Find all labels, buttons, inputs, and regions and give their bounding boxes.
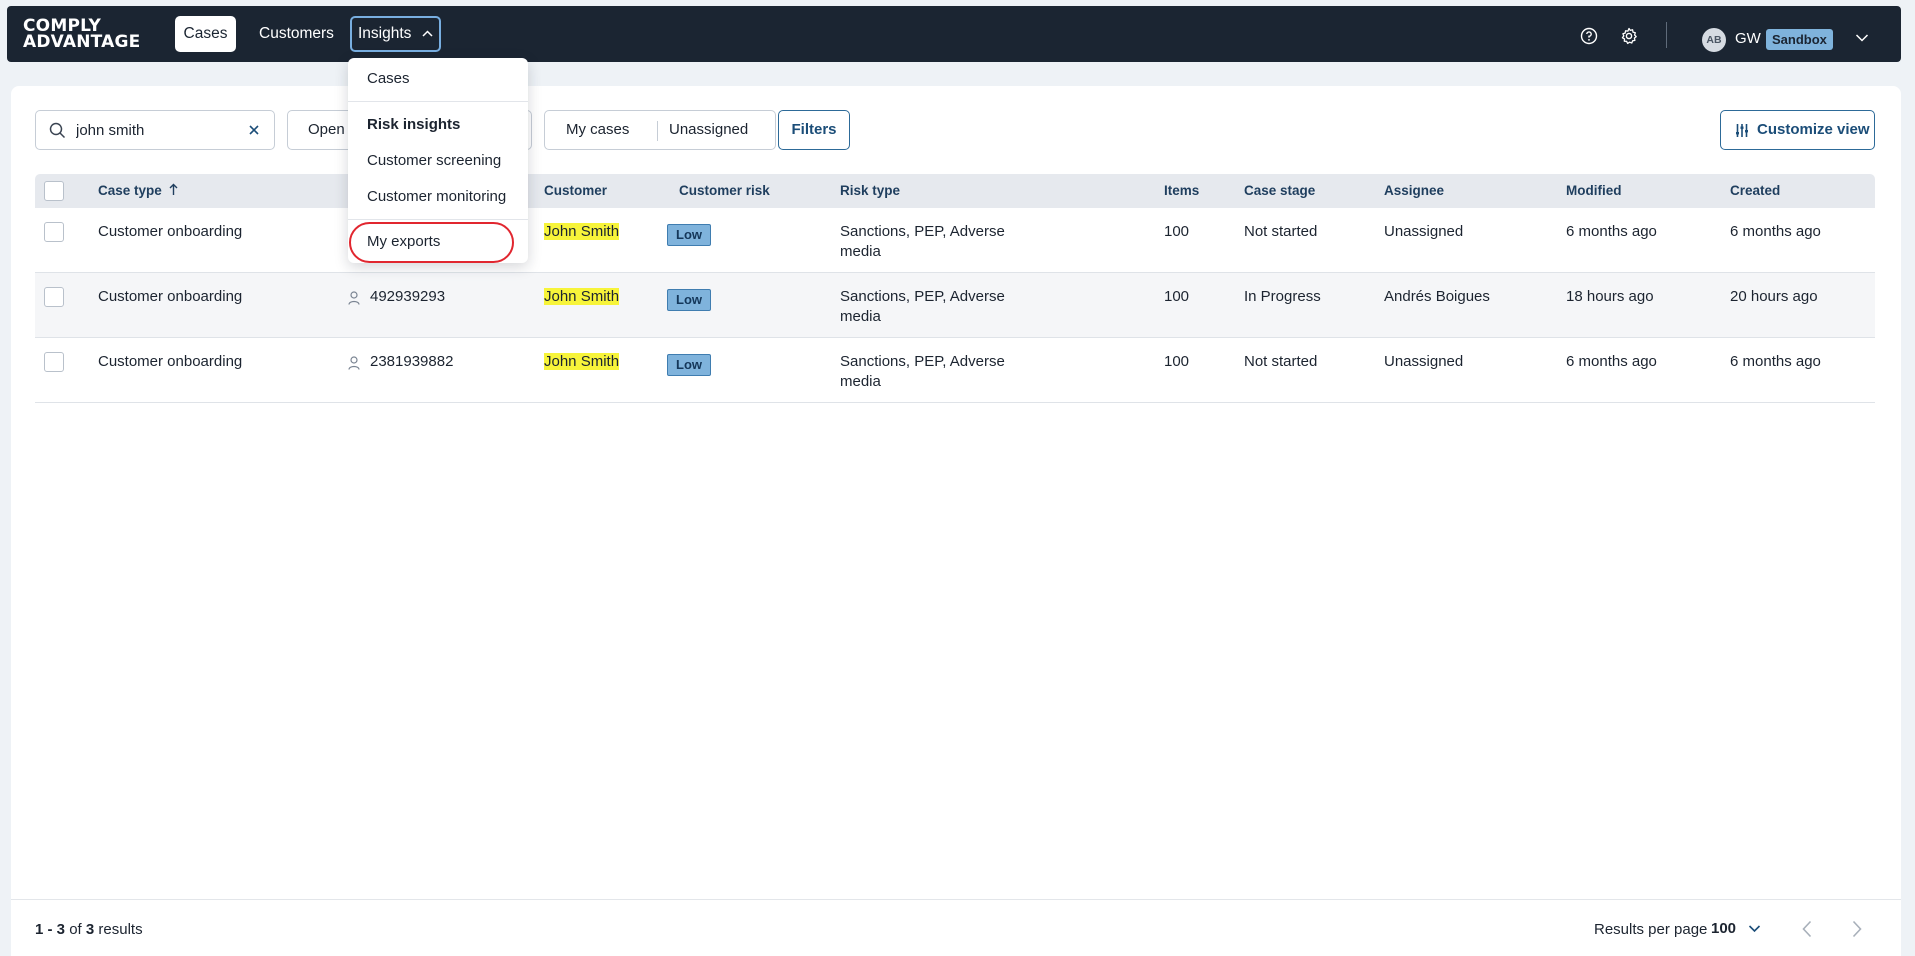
chevron-right-icon[interactable]: [1851, 920, 1863, 938]
nav-customers[interactable]: Customers: [250, 16, 343, 52]
column-header-items[interactable]: Items: [1164, 174, 1199, 208]
table-row[interactable]: Customer onboarding 2381939882 John Smit…: [35, 338, 1875, 403]
risk-badge: Low: [667, 354, 711, 376]
row-checkbox[interactable]: [44, 352, 64, 372]
customer-name-cell[interactable]: John Smith: [544, 287, 620, 307]
sort-ascending-icon: [169, 183, 178, 195]
status-select-value: Open: [308, 121, 345, 138]
items-cell: 100: [1164, 288, 1190, 305]
risk-type-cell: Sanctions, PEP, Adverse media: [840, 223, 1005, 260]
column-header-customer-risk[interactable]: Customer risk: [679, 174, 770, 208]
person-icon: [348, 356, 360, 370]
customize-view-button[interactable]: Customize view: [1720, 110, 1875, 150]
chevron-down-icon[interactable]: [1748, 924, 1761, 933]
nav-divider: [1666, 22, 1667, 48]
menu-heading-risk-insights: Risk insights: [367, 116, 461, 133]
footer-divider: [11, 899, 1901, 900]
column-header-modified[interactable]: Modified: [1566, 174, 1622, 208]
search-icon: [49, 122, 66, 139]
created-cell: 6 months ago: [1730, 353, 1821, 370]
modified-cell: 18 hours ago: [1566, 288, 1654, 305]
nav-insights[interactable]: Insights: [350, 16, 441, 52]
row-checkbox[interactable]: [44, 222, 64, 242]
items-cell: 100: [1164, 353, 1190, 370]
toggle-divider: [657, 121, 658, 141]
results-per-page-select[interactable]: 100: [1711, 920, 1736, 937]
search-highlight: John Smith: [544, 223, 620, 240]
case-type-cell: Customer onboarding: [98, 353, 243, 370]
created-cell: 20 hours ago: [1730, 288, 1818, 305]
case-type-cell: Customer onboarding: [98, 223, 243, 240]
results-per-page-label: Results per page: [1594, 921, 1708, 938]
modified-cell: 6 months ago: [1566, 353, 1657, 370]
risk-badge: Low: [667, 289, 711, 311]
nav-insights-label: Insights: [358, 25, 412, 42]
assignee-cell: Unassigned: [1384, 223, 1464, 240]
chevron-left-icon[interactable]: [1801, 920, 1813, 938]
sliders-icon: [1736, 124, 1748, 137]
search-input[interactable]: [76, 119, 236, 141]
customer-id-cell: 492939293: [370, 288, 446, 305]
comply-advantage-logo[interactable]: COMPLY ADVANTAGE: [23, 18, 140, 51]
person-icon: [348, 291, 360, 305]
chevron-down-icon[interactable]: [1855, 33, 1869, 43]
search-box: [35, 110, 275, 150]
menu-item-customer-screening[interactable]: Customer screening: [367, 152, 501, 169]
modified-cell: 6 months ago: [1566, 223, 1657, 240]
chevron-up-icon: [422, 30, 433, 37]
my-cases-toggle[interactable]: My cases: [566, 111, 629, 149]
cases-panel: Open My cases Unassigned Filters Customi…: [11, 86, 1901, 956]
case-stage-cell: In Progress: [1244, 288, 1321, 305]
top-nav: COMPLY ADVANTAGE Cases Customers Insight…: [7, 6, 1901, 62]
search-highlight: John Smith: [544, 288, 620, 305]
menu-divider: [348, 101, 528, 102]
table-row[interactable]: Customer onboarding 492939293 John Smith…: [35, 273, 1875, 338]
select-all-checkbox[interactable]: [44, 181, 64, 201]
column-header-customer[interactable]: Customer: [544, 174, 607, 208]
menu-item-cases[interactable]: Cases: [367, 70, 410, 87]
risk-type-cell: Sanctions, PEP, Adverse media: [840, 288, 1005, 325]
assignee-cell: Unassigned: [1384, 353, 1464, 370]
column-header-case-stage[interactable]: Case stage: [1244, 174, 1315, 208]
assignee-cell: Andrés Boigues: [1384, 288, 1490, 305]
column-header-risk-type[interactable]: Risk type: [840, 174, 900, 208]
items-cell: 100: [1164, 223, 1190, 240]
customer-name-cell[interactable]: John Smith: [544, 352, 620, 372]
customer-id-cell: 2381939882: [370, 353, 454, 370]
table-row[interactable]: Customer onboarding John Smith Low Sanct…: [35, 208, 1875, 273]
case-type-cell: Customer onboarding: [98, 288, 243, 305]
close-icon[interactable]: [248, 124, 260, 136]
avatar[interactable]: AB: [1702, 28, 1726, 52]
risk-type-cell: Sanctions, PEP, Adverse media: [840, 353, 1005, 390]
menu-divider: [348, 219, 528, 220]
assignment-toggle: My cases Unassigned: [544, 110, 776, 150]
risk-badge: Low: [667, 224, 711, 246]
annotation-highlight-ring: [349, 222, 514, 263]
case-stage-cell: Not started: [1244, 223, 1318, 240]
menu-item-customer-monitoring[interactable]: Customer monitoring: [367, 188, 506, 205]
results-count: 1 - 3 of 3 results: [35, 921, 143, 938]
help-circle-icon[interactable]: [1580, 27, 1598, 45]
row-checkbox[interactable]: [44, 287, 64, 307]
user-initials: GW: [1735, 30, 1761, 47]
column-header-case-type[interactable]: Case type: [98, 174, 178, 208]
column-header-created[interactable]: Created: [1730, 174, 1780, 208]
case-stage-cell: Not started: [1244, 353, 1318, 370]
table-header: Case type Customer Customer risk Risk ty…: [35, 174, 1875, 208]
customize-view-label: Customize view: [1757, 121, 1870, 138]
search-highlight: John Smith: [544, 353, 620, 370]
customer-name-cell[interactable]: John Smith: [544, 222, 620, 242]
column-header-assignee[interactable]: Assignee: [1384, 174, 1444, 208]
created-cell: 6 months ago: [1730, 223, 1821, 240]
filters-button[interactable]: Filters: [778, 110, 850, 150]
gear-icon[interactable]: [1620, 27, 1638, 45]
nav-cases[interactable]: Cases: [175, 16, 236, 52]
unassigned-toggle[interactable]: Unassigned: [669, 111, 748, 149]
environment-badge: Sandbox: [1766, 29, 1833, 50]
